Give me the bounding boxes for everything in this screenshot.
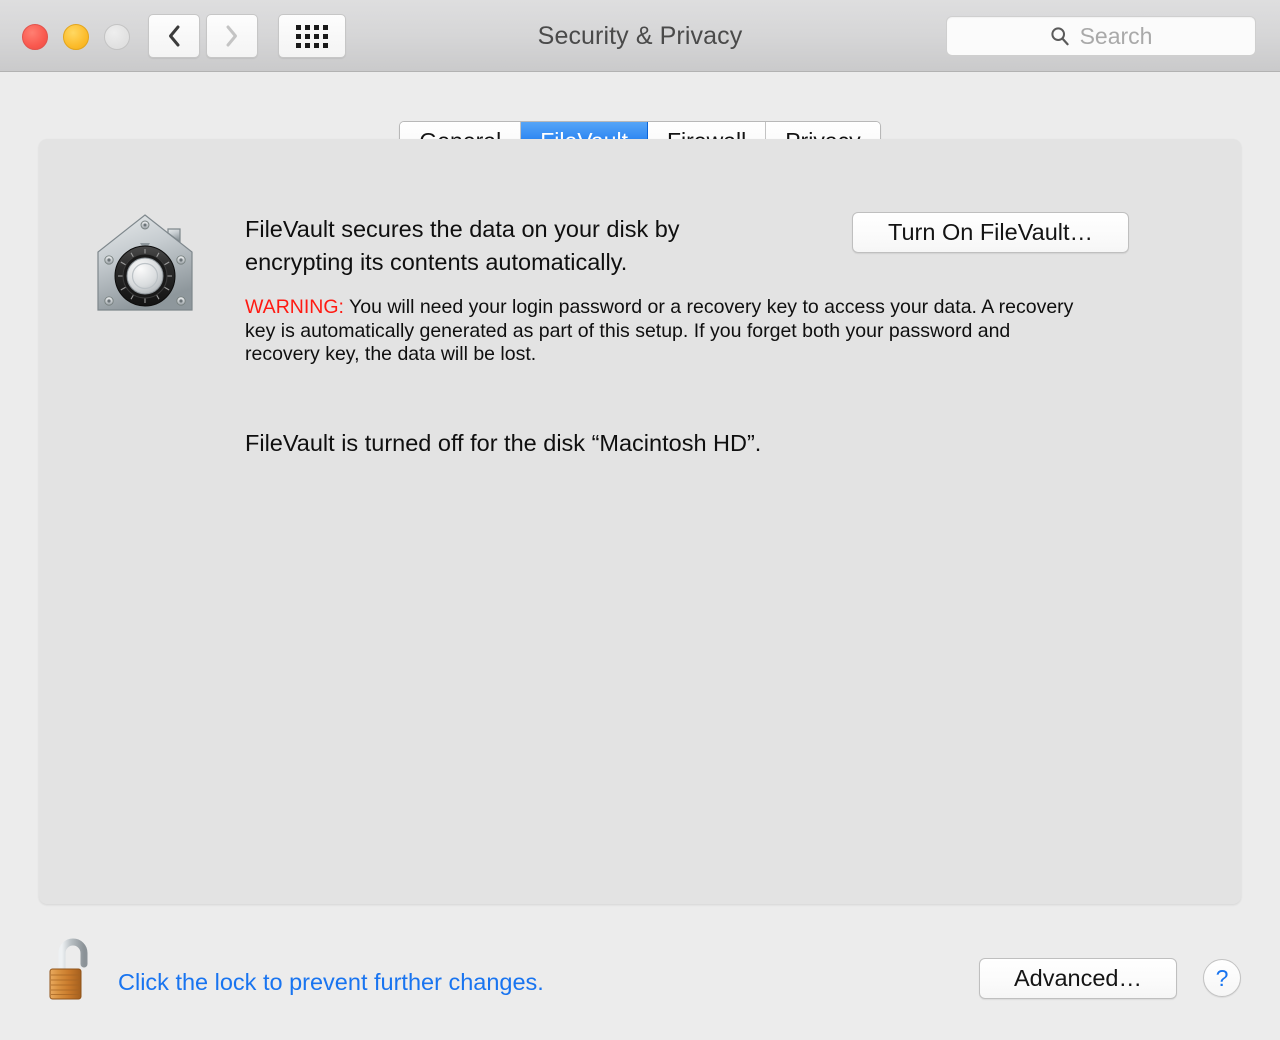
unlocked-padlock-icon[interactable]	[48, 936, 100, 1004]
filevault-safe-house-icon	[97, 214, 193, 311]
warning-label: WARNING:	[245, 296, 344, 318]
search-placeholder: Search	[1079, 22, 1153, 49]
lock-message[interactable]: Click the lock to prevent further change…	[118, 969, 544, 996]
filevault-panel: FileVault secures the data on your disk …	[39, 139, 1241, 904]
turn-on-filevault-button[interactable]: Turn On FileVault…	[852, 212, 1129, 253]
warning-text: You will need your login password or a r…	[245, 296, 1074, 365]
security-privacy-window: Security & Privacy Search General FileVa…	[0, 0, 1280, 1040]
filevault-status: FileVault is turned off for the disk “Ma…	[245, 430, 762, 456]
search-inner: Search	[1050, 22, 1153, 50]
filevault-description: FileVault secures the data on your disk …	[245, 216, 680, 275]
lock-row[interactable]: Click the lock to prevent further change…	[48, 936, 544, 1004]
search-field[interactable]: Search	[946, 16, 1256, 56]
filevault-warning: WARNING: You will need your login passwo…	[245, 296, 1077, 367]
advanced-button[interactable]: Advanced…	[979, 958, 1177, 999]
window-toolbar: Security & Privacy Search	[0, 0, 1280, 72]
help-button[interactable]: ?	[1203, 959, 1241, 997]
search-icon	[1050, 27, 1069, 46]
